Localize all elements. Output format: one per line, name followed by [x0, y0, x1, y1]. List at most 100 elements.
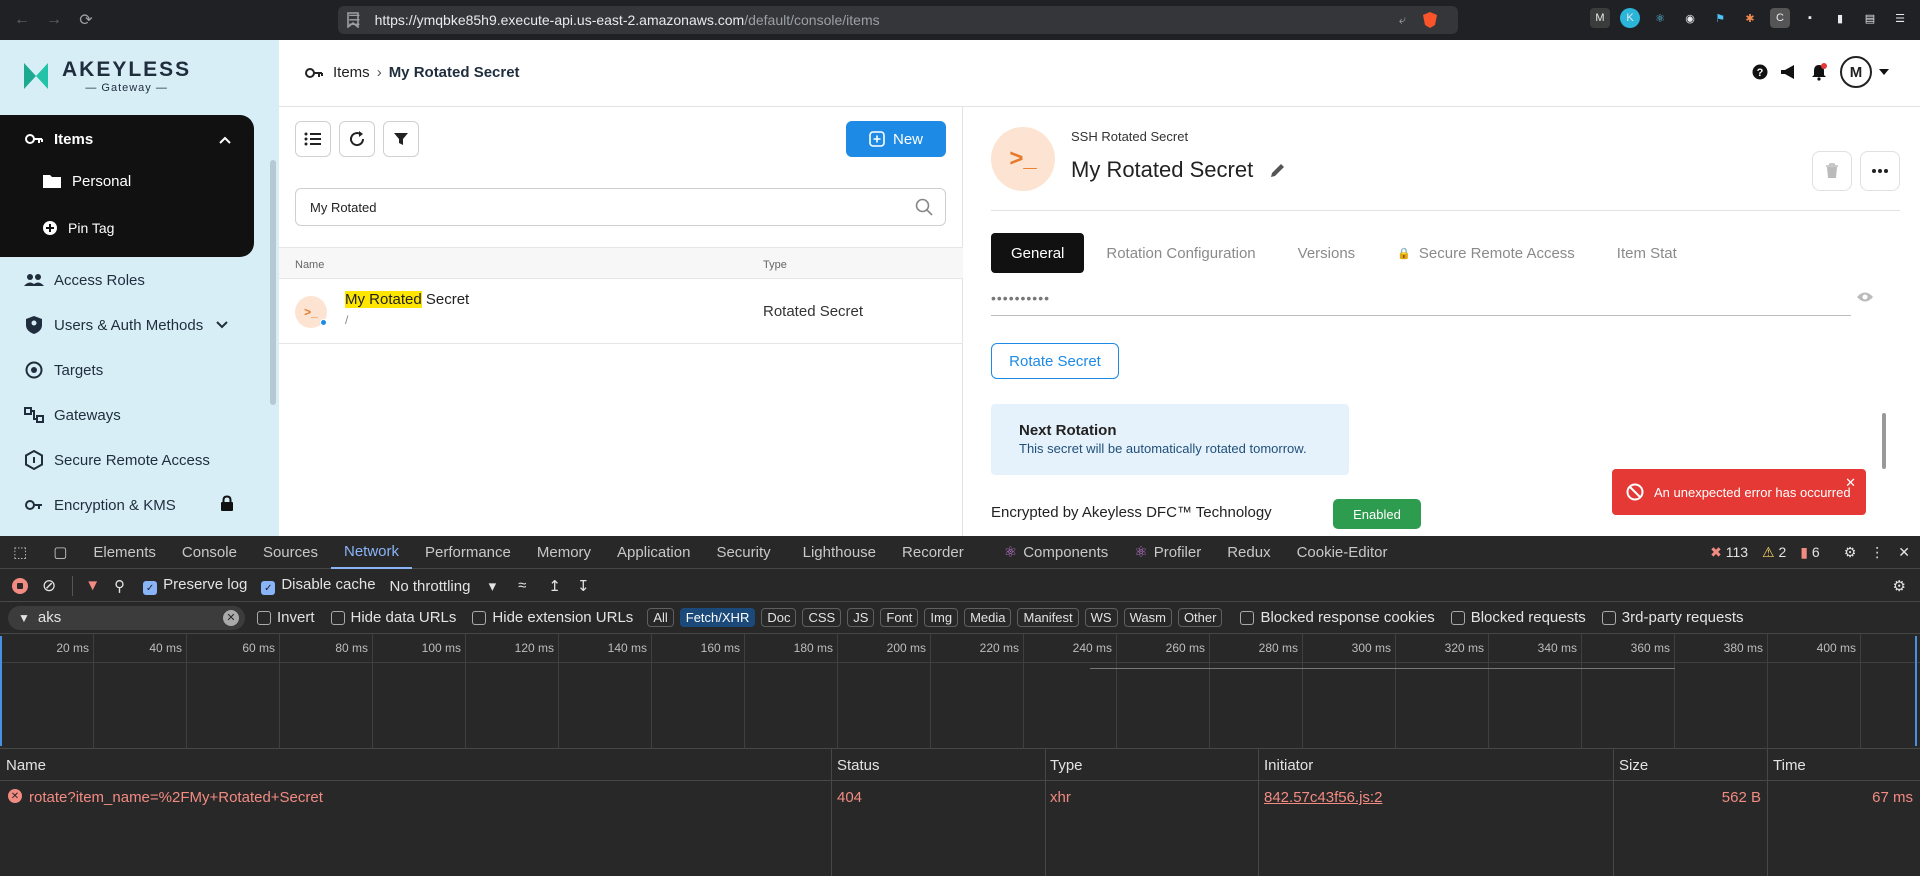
type-filter-manifest[interactable]: Manifest	[1017, 608, 1079, 627]
devtools-tab-redux[interactable]: Redux	[1214, 536, 1283, 569]
devtools-tab-network[interactable]: Network	[330, 536, 412, 569]
tab-general[interactable]: General	[991, 233, 1085, 273]
search-input[interactable]: My Rotated	[295, 188, 946, 226]
type-filter-wasm[interactable]: Wasm	[1123, 608, 1172, 627]
more-vertical-icon[interactable]: ⋮	[1870, 544, 1884, 561]
network-filter-input[interactable]: ▼ aks ✕	[8, 605, 245, 630]
search-icon[interactable]	[915, 198, 933, 216]
extension-circle-icon[interactable]: ◉	[1680, 8, 1700, 28]
back-icon[interactable]: ←	[8, 6, 36, 34]
request-name[interactable]: rotate?item_name=%2FMy+Rotated+Secret	[29, 789, 323, 806]
clear-filter-icon[interactable]: ✕	[223, 609, 239, 626]
extension-k-icon[interactable]: K	[1620, 8, 1640, 28]
bell-icon[interactable]	[1810, 63, 1828, 81]
new-item-button[interactable]: New	[846, 121, 946, 157]
column-header-status[interactable]: Status	[837, 757, 880, 774]
error-count[interactable]: ✖ 113	[1710, 544, 1748, 561]
akeyless-logo[interactable]: AKEYLESS — Gateway —	[22, 58, 191, 94]
table-row[interactable]: ✕ rotate?item_name=%2FMy+Rotated+Secret …	[0, 781, 1920, 808]
column-divider[interactable]	[1767, 749, 1768, 876]
extension-m-icon[interactable]: M	[1590, 8, 1610, 28]
filter-button[interactable]	[383, 121, 419, 157]
column-divider[interactable]	[1045, 749, 1046, 876]
clear-icon[interactable]: ⊘	[42, 576, 56, 596]
tab-versions[interactable]: Versions	[1278, 233, 1376, 273]
chevron-up-icon[interactable]	[218, 135, 232, 145]
timeline-selection-end[interactable]	[1915, 636, 1917, 746]
devtools-tab-security[interactable]: Security	[703, 536, 783, 569]
sidebar-item-targets[interactable]: Targets	[24, 360, 103, 380]
type-filter-media[interactable]: Media	[964, 608, 1012, 627]
devtools-tab-lighthouse[interactable]: Lighthouse	[790, 536, 889, 569]
type-filter-img[interactable]: Img	[924, 608, 959, 627]
disable-cache-checkbox[interactable]: ✓ Disable cache	[261, 576, 376, 596]
type-filter-other[interactable]: Other	[1177, 608, 1223, 627]
detail-scrollbar[interactable]	[1882, 413, 1886, 469]
bookmark-icon[interactable]	[346, 12, 360, 28]
type-filter-all[interactable]: All	[647, 608, 674, 627]
devtools-tab-memory[interactable]: Memory	[524, 536, 604, 569]
column-header-name[interactable]: Name	[6, 757, 46, 774]
devtools-tab-console[interactable]: Console	[169, 536, 250, 569]
issue-count[interactable]: ▮ 6	[1800, 544, 1819, 561]
devtools-tab-components[interactable]: ⚛ Components	[991, 536, 1122, 569]
column-header-type[interactable]: Type	[1050, 757, 1083, 774]
eye-icon[interactable]	[1856, 291, 1874, 303]
react-devtools-icon[interactable]: ⚛	[1650, 8, 1670, 28]
inspect-element-icon[interactable]: ⬚	[0, 536, 40, 569]
type-filter-doc[interactable]: Doc	[761, 608, 797, 627]
type-filter-font[interactable]: Font	[880, 608, 919, 627]
sidebar-item-secure-remote-access[interactable]: Secure Remote Access	[24, 450, 210, 470]
network-timeline[interactable]: 20 ms 40 ms 60 ms 80 ms 100 ms 120 ms 140 ms 16…	[0, 634, 1920, 749]
delete-button[interactable]	[1812, 151, 1852, 191]
extension-flag-icon[interactable]: ⚑	[1710, 8, 1730, 28]
warning-count[interactable]: ⚠ 2	[1762, 544, 1786, 561]
megaphone-icon[interactable]	[1780, 64, 1798, 80]
list-view-button[interactable]	[295, 121, 331, 157]
timeline-selection-start[interactable]	[0, 636, 2, 746]
refresh-button[interactable]	[339, 121, 375, 157]
devtools-tab-sources[interactable]: Sources	[250, 536, 331, 569]
help-icon[interactable]: ?	[1752, 64, 1768, 80]
export-har-icon[interactable]: ↧	[577, 577, 590, 595]
device-toolbar-icon[interactable]: ▢	[40, 536, 80, 569]
chevron-down-icon[interactable]	[1878, 68, 1890, 76]
gear-icon[interactable]: ⚙	[1844, 544, 1857, 561]
record-icon[interactable]	[12, 577, 28, 594]
sidebar-scrollbar[interactable]	[270, 160, 276, 405]
table-row[interactable]: >_ My Rotated Secret / Rotated Secret	[279, 279, 963, 344]
filter-icon[interactable]: ▼	[85, 577, 100, 594]
forward-icon[interactable]: →	[40, 6, 68, 34]
column-divider[interactable]	[1613, 749, 1614, 876]
column-divider[interactable]	[831, 749, 832, 876]
wallet-icon[interactable]: ▤	[1860, 8, 1880, 28]
preserve-log-checkbox[interactable]: ✓ Preserve log	[143, 576, 247, 596]
type-filter-js[interactable]: JS	[847, 608, 875, 627]
devtools-tab-cookie-editor[interactable]: Cookie-Editor	[1284, 536, 1401, 569]
column-header-size[interactable]: Size	[1619, 757, 1648, 774]
sidebar-item-items[interactable]: Items	[24, 129, 93, 149]
breadcrumb-items-link[interactable]: Items	[333, 64, 370, 81]
blocked-requests-checkbox[interactable]: Blocked requests	[1450, 609, 1586, 626]
network-conditions-icon[interactable]: ≈	[518, 577, 526, 594]
share-icon[interactable]: ⤶	[1399, 12, 1406, 28]
devtools-tab-performance[interactable]: Performance	[412, 536, 524, 569]
sidebar-item-encryption-kms[interactable]: Encryption & KMS	[24, 495, 176, 515]
hide-data-urls-checkbox[interactable]: Hide data URLs	[330, 609, 456, 626]
sidebar-toggle-icon[interactable]: ▮	[1830, 8, 1850, 28]
search-icon[interactable]: ⚲	[114, 577, 125, 595]
extension-c-icon[interactable]: C	[1770, 8, 1790, 28]
sidebar-item-personal[interactable]: Personal	[42, 171, 131, 191]
edit-icon[interactable]	[1269, 161, 1287, 179]
sidebar-item-gateways[interactable]: Gateways	[24, 405, 121, 425]
reload-icon[interactable]: ⟳	[72, 6, 100, 34]
throttling-select[interactable]: No throttling ▾	[390, 577, 497, 595]
blocked-response-cookies-checkbox[interactable]: Blocked response cookies	[1240, 609, 1435, 626]
type-filter-fetch-xhr[interactable]: Fetch/XHR	[679, 608, 756, 627]
sidebar-item-access-roles[interactable]: Access Roles	[24, 270, 145, 290]
close-icon[interactable]: ✕	[1898, 544, 1910, 561]
close-icon[interactable]: ✕	[1845, 475, 1856, 491]
tab-item-stat[interactable]: Item Stat	[1597, 233, 1697, 273]
devtools-tab-application[interactable]: Application	[604, 536, 703, 569]
avatar[interactable]: M	[1840, 56, 1872, 88]
